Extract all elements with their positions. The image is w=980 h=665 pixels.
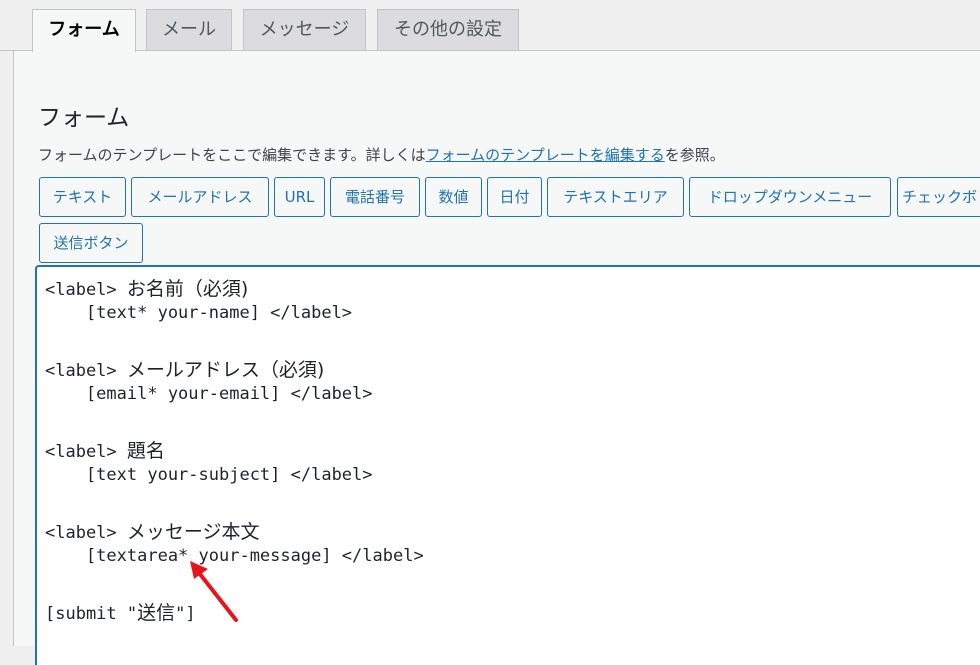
tag-button-tel[interactable]: 電話番号: [330, 177, 420, 217]
tag-button-text[interactable]: テキスト: [39, 177, 126, 217]
tag-button-url[interactable]: URL: [274, 177, 325, 217]
edit-template-link[interactable]: フォームのテンプレートを編集する: [426, 146, 665, 164]
editor-line: [submit "送信"]: [45, 602, 196, 624]
tag-button-email[interactable]: メールアドレス: [131, 177, 269, 217]
editor-line: [email* your-email] </label>: [45, 384, 373, 404]
editor-line: [text* your-name] </label>: [45, 303, 353, 323]
red-arrow-icon: [190, 561, 238, 622]
tab-messages[interactable]: メッセージ: [243, 9, 366, 50]
tag-button-date[interactable]: 日付: [487, 177, 542, 217]
tag-button-submit[interactable]: 送信ボタン: [39, 223, 143, 263]
tag-button-checkbox[interactable]: チェックボ: [897, 177, 980, 217]
tag-button-dropdown[interactable]: ドロップダウンメニュー: [689, 177, 891, 217]
tag-button-number[interactable]: 数値: [425, 177, 482, 217]
editor-line: <label> メールアドレス（必須): [45, 359, 325, 381]
description-suffix: を参照。: [664, 146, 725, 164]
tag-button-textarea[interactable]: テキストエリア: [547, 177, 684, 217]
section-title: フォーム: [38, 105, 130, 131]
form-panel: フォーム フォームのテンプレートをここで編集できます。詳しくはフォームのテンプレ…: [13, 51, 980, 665]
tab-form[interactable]: フォーム: [32, 9, 136, 52]
form-template-editor[interactable]: <label> お名前（必須) [text* your-name] </labe…: [35, 265, 980, 665]
editor-line: <label> メッセージ本文: [45, 521, 260, 543]
tab-bar: フォーム メール メッセージ その他の設定: [0, 0, 980, 52]
editor-line: [text your-subject] </label>: [45, 465, 373, 485]
description-prefix: フォームのテンプレートをここで編集できます。詳しくは: [38, 146, 426, 164]
editor-line: <label> 題名: [45, 440, 165, 462]
tab-mail[interactable]: メール: [146, 9, 232, 50]
section-description: フォームのテンプレートをここで編集できます。詳しくはフォームのテンプレートを編集…: [38, 144, 725, 165]
editor-line: <label> お名前（必須): [45, 278, 249, 300]
tab-other-settings[interactable]: その他の設定: [377, 9, 519, 50]
